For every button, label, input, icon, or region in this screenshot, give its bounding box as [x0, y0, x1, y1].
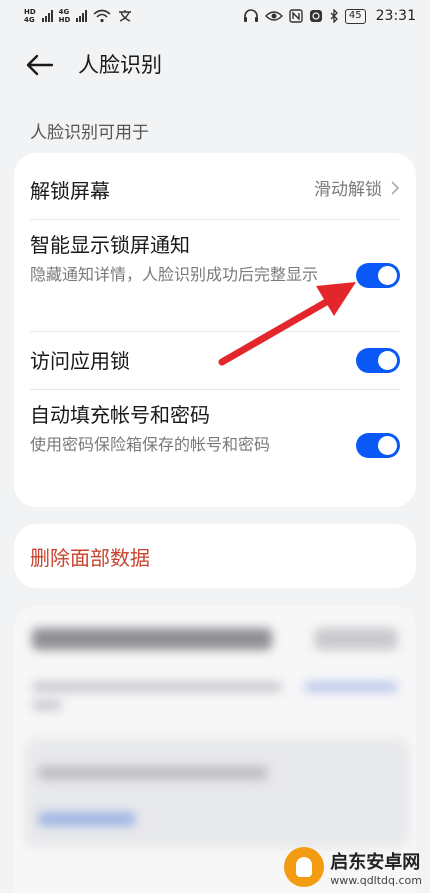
- autofill-toggle[interactable]: [356, 433, 400, 458]
- translate-icon: [119, 10, 132, 22]
- autofill-desc: 使用密码保险箱保存的帐号和密码: [30, 435, 271, 454]
- blurred-text: [304, 682, 398, 692]
- app-lock-row: 访问应用锁: [30, 345, 400, 375]
- smart-notify-label: 智能显示锁屏通知: [30, 233, 190, 257]
- status-left: HD 4G 4G HD: [24, 7, 133, 24]
- signal-icon-2: [76, 10, 88, 22]
- hd-label: HD: [24, 7, 36, 16]
- smart-notify-toggle[interactable]: [356, 263, 400, 288]
- autofill-row: 自动填充帐号和密码 使用密码保险箱保存的帐号和密码: [30, 399, 400, 491]
- smart-notify-row: 智能显示锁屏通知 隐藏通知详情，人脸识别成功后完整显示: [30, 229, 400, 321]
- back-button[interactable]: [24, 50, 58, 80]
- toggle-knob: [378, 436, 397, 455]
- headphones-icon: [243, 9, 258, 22]
- signal-icon: [41, 10, 53, 22]
- delete-card: 删除面部数据: [14, 524, 416, 588]
- blurred-text: [314, 628, 398, 650]
- blurred-text: [38, 812, 136, 826]
- face-usage-card: 解锁屏幕 滑动解锁 智能显示锁屏通知 隐藏通知详情，人脸识别成功后完整显示 访问…: [14, 153, 416, 507]
- watermark-name: 启东安卓网: [330, 851, 421, 873]
- network-label: 4G: [24, 15, 35, 24]
- blurred-text: [32, 682, 282, 692]
- divider: [30, 389, 400, 390]
- section-title: 人脸识别可用于: [30, 123, 149, 143]
- blurred-panel: [24, 738, 410, 848]
- blurred-text: [38, 766, 268, 780]
- title-bar: 人脸识别: [0, 40, 430, 90]
- page-title: 人脸识别: [78, 53, 162, 77]
- app-lock-label: 访问应用锁: [30, 349, 130, 373]
- status-bar: HD 4G 4G HD 45 23:31: [0, 0, 430, 32]
- unlock-screen-label: 解锁屏幕: [30, 179, 110, 203]
- watermark: 启东安卓网 www.qdltdq.com: [284, 847, 422, 887]
- eye-icon: [264, 11, 283, 21]
- nfc-icon: [289, 9, 303, 23]
- clock: 23:31: [375, 8, 416, 24]
- divider: [30, 219, 400, 220]
- wifi-icon: [93, 9, 111, 23]
- bluetooth-icon: [330, 9, 338, 23]
- app-lock-toggle[interactable]: [356, 348, 400, 373]
- watermark-logo-icon: [284, 847, 325, 887]
- blurred-text: [32, 628, 272, 650]
- divider: [30, 331, 400, 332]
- status-right: 45 23:31: [243, 8, 416, 24]
- alarm-icon: [309, 10, 322, 22]
- unlock-screen-row[interactable]: 解锁屏幕 滑动解锁: [30, 175, 400, 205]
- toggle-knob: [378, 351, 397, 370]
- unlock-screen-value: 滑动解锁: [314, 180, 382, 200]
- delete-face-data-button[interactable]: 删除面部数据: [30, 542, 150, 571]
- back-arrow-icon: [26, 54, 54, 76]
- smart-notify-desc: 隐藏通知详情，人脸识别成功后完整显示: [30, 265, 319, 284]
- chevron-right-icon: [391, 180, 400, 195]
- blurred-text: [32, 700, 62, 710]
- watermark-url: www.qdltdq.com: [330, 873, 422, 887]
- network-label-2: 4G: [58, 7, 70, 16]
- autofill-label: 自动填充帐号和密码: [30, 403, 210, 427]
- hd-label-2: HD: [58, 15, 71, 24]
- toggle-knob: [378, 266, 397, 285]
- battery-indicator: 45: [344, 8, 366, 24]
